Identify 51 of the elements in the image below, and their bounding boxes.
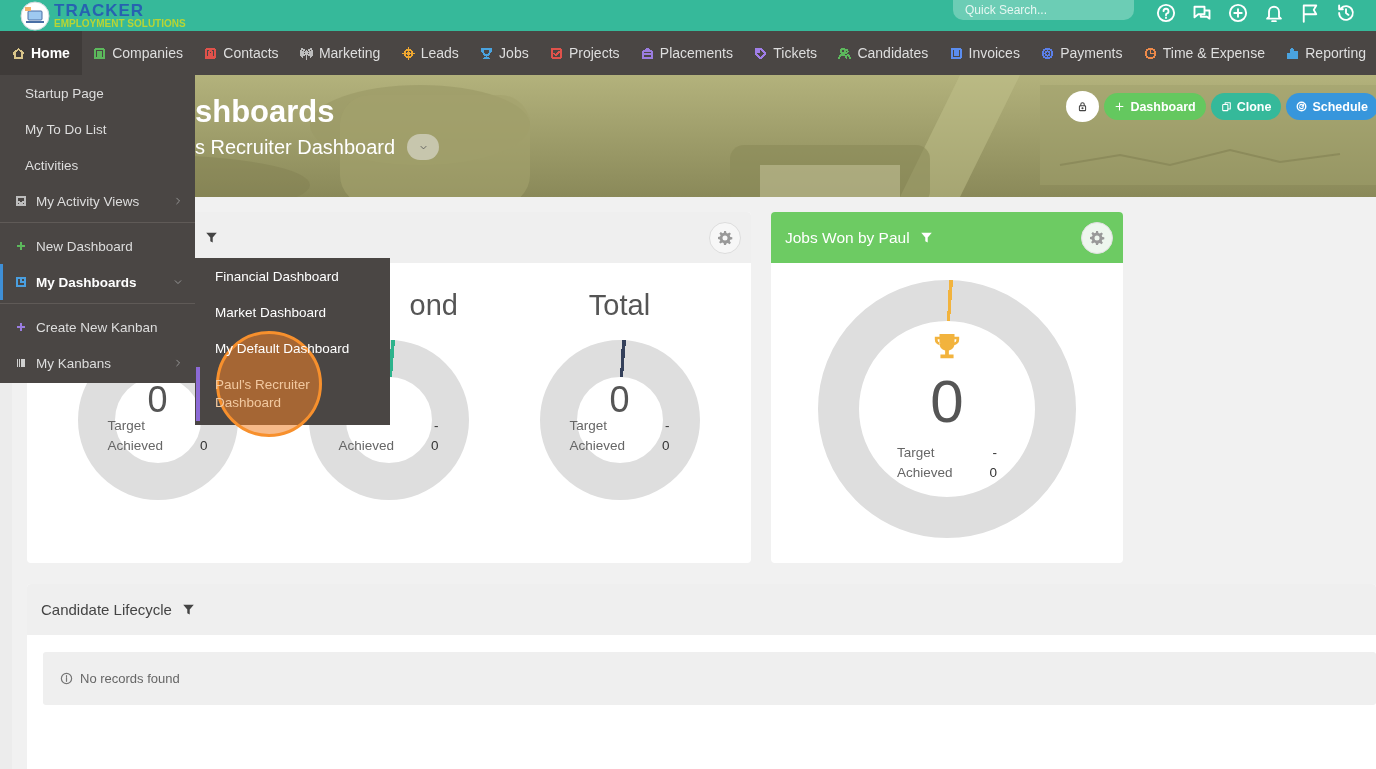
menu-item[interactable]: My Kanbans xyxy=(0,345,195,381)
brand-name: TRACKER xyxy=(54,2,145,19)
target-label: Target xyxy=(107,417,146,435)
empty-message: No records found xyxy=(80,671,180,686)
menu-item[interactable]: My To Do List xyxy=(0,111,195,147)
achieved-value: 0 xyxy=(200,437,208,455)
gauge-title: Total xyxy=(588,289,651,321)
menu-item[interactable]: Activities xyxy=(0,147,195,183)
nav-tab[interactable]: Jobs xyxy=(470,31,539,75)
achieved-label: Achieved xyxy=(107,437,164,455)
menu-item[interactable]: Create New Kanban xyxy=(0,309,195,345)
nav-tab[interactable]: Time & Expense xyxy=(1133,31,1275,75)
brand-tagline: EMPLOYMENT SOLUTIONS xyxy=(54,19,186,29)
target-value: - xyxy=(992,444,997,462)
target-value: - xyxy=(665,417,670,435)
gauge-value: 0 xyxy=(147,384,168,416)
nav-tab[interactable]: Home xyxy=(0,31,82,75)
menu-item[interactable]: Market Dashboard xyxy=(195,295,390,331)
menu-item[interactable]: My Activity Views xyxy=(0,183,195,219)
card-title: Candidate Lifecycle xyxy=(41,601,172,618)
menu-item[interactable]: New Dashboard xyxy=(0,228,195,264)
page-title: shboards xyxy=(195,94,336,130)
menu-item[interactable]: My Dashboards xyxy=(0,264,195,300)
gauge-value: 0 xyxy=(930,370,964,434)
nav-tab[interactable]: Invoices xyxy=(939,31,1030,75)
nav-tab[interactable]: Contacts xyxy=(194,31,289,75)
dashboard-name: s Recruiter Dashboard xyxy=(195,135,396,159)
gauge-value: 0 xyxy=(609,384,630,416)
nav-tab[interactable]: Marketing xyxy=(289,31,391,75)
nav-tab[interactable]: Placements xyxy=(630,31,743,75)
achieved-label: Achieved xyxy=(338,437,395,455)
nav-tab[interactable]: Candidates xyxy=(828,31,939,75)
nav-tab[interactable]: Tickets xyxy=(744,31,828,75)
achieved-value: 0 xyxy=(431,437,439,455)
menu-item[interactable]: Startup Page xyxy=(0,75,195,111)
target-label: Target xyxy=(569,417,608,435)
nav-tab[interactable]: Leads xyxy=(391,31,469,75)
target-label: Target xyxy=(897,444,935,462)
achieved-label: Achieved xyxy=(897,464,953,482)
achieved-label: Achieved xyxy=(569,437,626,455)
gauge-title: ond xyxy=(409,289,458,321)
nav-tab[interactable]: Payments xyxy=(1031,31,1133,75)
card-title: Jobs Won by Paul xyxy=(785,228,910,247)
target-value: - xyxy=(434,417,439,435)
achieved-value: 0 xyxy=(662,437,670,455)
nav-tab[interactable]: Reporting xyxy=(1276,31,1376,75)
search-field[interactable]: Quick Search... xyxy=(953,0,1134,20)
achieved-value: 0 xyxy=(989,464,997,482)
nav-tab[interactable]: Companies xyxy=(83,31,194,75)
nav-tab[interactable]: Projects xyxy=(539,31,630,75)
menu-item[interactable]: Financial Dashboard xyxy=(195,259,390,295)
